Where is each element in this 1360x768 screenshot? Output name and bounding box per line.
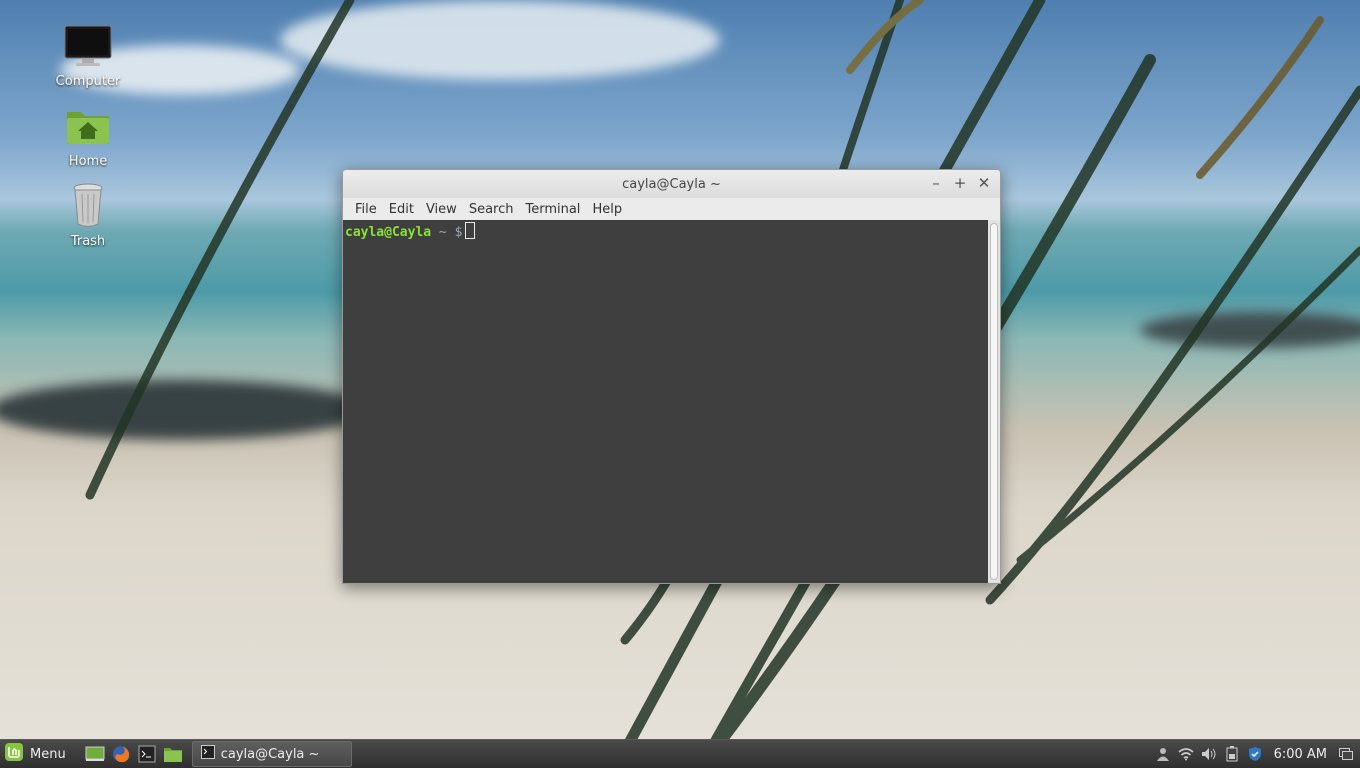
show-desktop-icon[interactable]	[84, 743, 106, 765]
scrollbar-thumb[interactable]	[990, 223, 998, 580]
taskbar-item-label: cayla@Cayla ~	[220, 746, 320, 762]
menu-help[interactable]: Help	[586, 202, 628, 217]
bottom-panel: Menu cayla@Cayla ~ 6:00 AM	[0, 739, 1360, 768]
minimize-button[interactable]: –	[928, 174, 944, 192]
maximize-button[interactable]: +	[952, 174, 968, 192]
terminal-icon[interactable]	[136, 743, 158, 765]
mint-logo-icon	[4, 742, 24, 766]
user-icon[interactable]	[1155, 746, 1171, 762]
battery-icon[interactable]	[1224, 746, 1240, 762]
taskbar-item-terminal[interactable]: cayla@Cayla ~	[191, 741, 352, 767]
terminal-scrollbar[interactable]	[988, 220, 1000, 583]
prompt-user: cayla@Cayla	[345, 225, 432, 240]
close-button[interactable]: ✕	[976, 174, 992, 192]
home-folder-icon	[48, 102, 128, 148]
terminal-window[interactable]: cayla@Cayla ~ – + ✕ File Edit View Searc…	[342, 169, 1001, 584]
terminal-icon	[200, 745, 215, 763]
files-icon[interactable]	[162, 743, 184, 765]
window-titlebar[interactable]: cayla@Cayla ~ – + ✕	[343, 170, 1000, 198]
trash-icon	[48, 182, 128, 228]
window-menubar: File Edit View Search Terminal Help	[343, 198, 1000, 221]
workspace-switcher-icon[interactable]	[1338, 746, 1354, 762]
desktop-icon-label: Computer	[55, 74, 121, 89]
menu-search[interactable]: Search	[463, 202, 520, 217]
menu-edit[interactable]: Edit	[383, 202, 420, 217]
desktop-icon-home[interactable]: Home	[48, 102, 128, 169]
wifi-icon[interactable]	[1178, 746, 1194, 762]
menu-view[interactable]: View	[420, 202, 463, 217]
system-tray: 6:00 AM	[1155, 746, 1360, 762]
terminal-area[interactable]: cayla@Cayla ~ $	[343, 220, 988, 583]
menu-terminal[interactable]: Terminal	[519, 202, 586, 217]
window-title: cayla@Cayla ~	[622, 176, 721, 192]
prompt-path: ~ $	[438, 225, 463, 240]
shield-icon[interactable]	[1247, 746, 1263, 762]
text-cursor	[465, 222, 476, 239]
desktop-icon-label: Trash	[70, 234, 106, 249]
desktop-icon-computer[interactable]: Computer	[48, 22, 128, 89]
desktop-icon-trash[interactable]: Trash	[48, 182, 128, 249]
clock[interactable]: 6:00 AM	[1274, 747, 1327, 762]
menu-label: Menu	[30, 746, 66, 762]
volume-icon[interactable]	[1201, 746, 1217, 762]
monitor-icon	[48, 22, 128, 68]
desktop-icon-label: Home	[68, 154, 108, 169]
menu-file[interactable]: File	[349, 202, 383, 217]
menu-button[interactable]: Menu	[0, 740, 74, 768]
firefox-icon[interactable]	[110, 743, 132, 765]
